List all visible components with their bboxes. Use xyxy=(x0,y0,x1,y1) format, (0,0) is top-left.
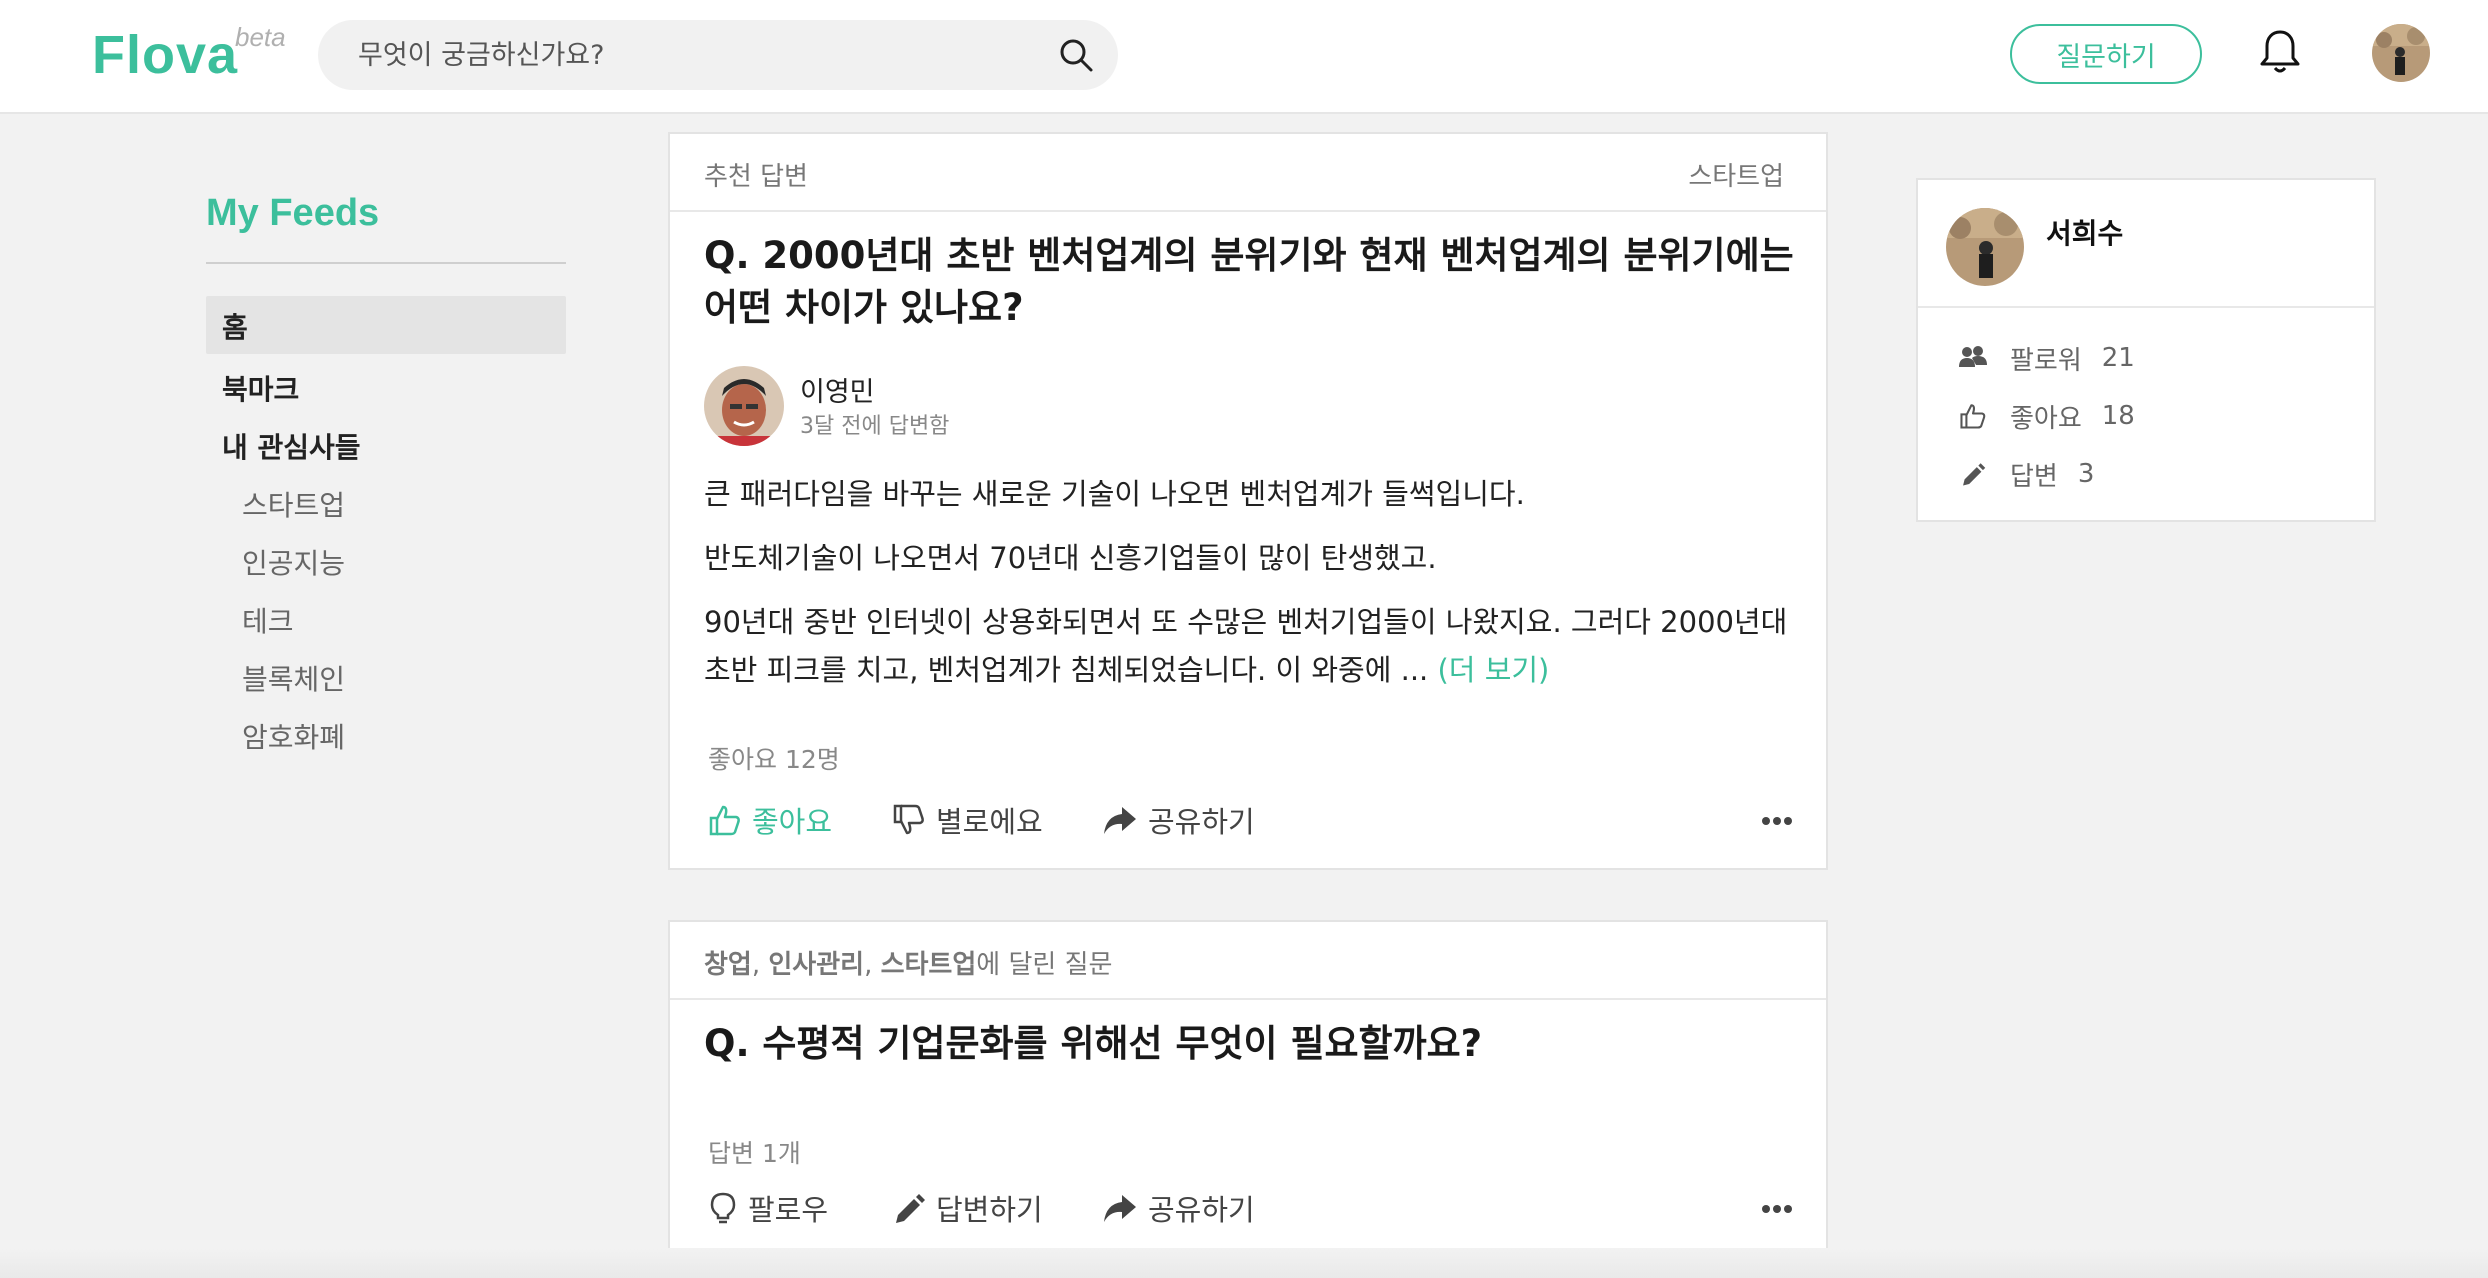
profile-header: 서희수 xyxy=(1918,180,2374,308)
like-count[interactable]: 좋아요 12명 xyxy=(708,740,840,776)
bell-icon[interactable] xyxy=(2258,28,2302,76)
profile-stat-answers[interactable]: 답변 3 xyxy=(1958,454,2094,494)
profile-stat-followers[interactable]: 팔로워 21 xyxy=(1958,338,2135,378)
stat-value: 18 xyxy=(2101,401,2135,431)
dislike-label: 별로에요 xyxy=(936,805,1043,839)
dislike-button[interactable]: 별로에요 xyxy=(892,796,1043,844)
sidebar-interest-startup[interactable]: 스타트업 xyxy=(242,484,345,524)
user-avatar[interactable] xyxy=(2372,24,2430,82)
author-name[interactable]: 이영민 xyxy=(800,370,875,409)
sidebar-interest-tech[interactable]: 테크 xyxy=(242,600,294,640)
my-feeds-title: My Feeds xyxy=(206,192,380,234)
sidebar-item-bookmarks[interactable]: 북마크 xyxy=(222,368,299,408)
ask-question-button[interactable]: 질문하기 xyxy=(2010,24,2202,84)
profile-stat-likes[interactable]: 좋아요 18 xyxy=(1958,396,2135,436)
feed-card: 추천 답변 스타트업 Q. 2000년대 초반 벤처업계의 분위기와 현재 벤처… xyxy=(668,132,1828,870)
stat-label: 좋아요 xyxy=(2010,403,2082,434)
stat-label: 팔로워 xyxy=(2010,345,2082,376)
card-header: 추천 답변 스타트업 xyxy=(670,134,1826,212)
stat-value: 3 xyxy=(2077,459,2095,489)
question-title[interactable]: Q. 수평적 기업문화를 위해선 무엇이 필요할까요? xyxy=(704,1018,1804,1070)
thumbs-up-icon xyxy=(709,805,740,836)
profile-avatar[interactable] xyxy=(1946,208,2024,286)
more-options-icon[interactable] xyxy=(1762,814,1792,828)
like-label: 좋아요 xyxy=(752,805,833,839)
sidebar-interest-crypto[interactable]: 암호화폐 xyxy=(242,716,345,756)
stat-label: 답변 xyxy=(2010,461,2058,492)
feed-card: 창업, 인사관리, 스타트업에 달린 질문 Q. 수평적 기업문화를 위해선 무… xyxy=(668,920,1828,1265)
search-icon[interactable] xyxy=(1058,37,1094,73)
answer-count[interactable]: 답변 1개 xyxy=(708,1134,801,1170)
pencil-icon xyxy=(896,1194,925,1223)
search-bar[interactable] xyxy=(318,20,1118,90)
profile-card: 서희수 팔로워 21 좋아요 18 답변 3 xyxy=(1916,178,2376,522)
topic-link[interactable]: 창업 xyxy=(704,950,752,980)
card-tag: 추천 답변 xyxy=(704,162,808,192)
topic-link[interactable]: 스타트업 xyxy=(881,950,977,980)
more-options-icon[interactable] xyxy=(1762,1202,1792,1216)
thumbs-up-icon xyxy=(1960,404,1986,429)
read-more-link[interactable]: (더 보기) xyxy=(1437,653,1549,687)
page-bottom-edge xyxy=(0,1248,2488,1278)
thumbs-down-icon xyxy=(893,804,924,835)
answer-label: 답변하기 xyxy=(936,1193,1043,1227)
lightbulb-icon xyxy=(710,1192,736,1224)
answer-button[interactable]: 답변하기 xyxy=(892,1184,1043,1232)
sidebar-item-interests[interactable]: 내 관심사들 xyxy=(222,426,361,466)
topic-link[interactable]: 인사관리 xyxy=(768,950,864,980)
share-icon xyxy=(1104,1195,1136,1222)
sidebar-item-home-bg[interactable] xyxy=(206,296,566,354)
card-header: 창업, 인사관리, 스타트업에 달린 질문 xyxy=(670,922,1826,1000)
share-label: 공유하기 xyxy=(1148,805,1255,839)
share-button[interactable]: 공유하기 xyxy=(1102,1184,1255,1232)
question-title[interactable]: Q. 2000년대 초반 벤처업계의 분위기와 현재 벤처업계의 분위기에는 어… xyxy=(704,230,1804,334)
profile-name[interactable]: 서희수 xyxy=(2046,212,2123,252)
users-icon xyxy=(1959,346,1987,367)
share-icon xyxy=(1104,807,1136,834)
card-topic-link[interactable]: 스타트업 xyxy=(1688,156,1784,193)
follow-label: 팔로우 xyxy=(748,1193,829,1227)
top-header: Flova beta 질문하기 xyxy=(0,0,2488,114)
pencil-icon xyxy=(1963,463,1986,486)
divider xyxy=(206,262,566,264)
search-input[interactable] xyxy=(358,20,1018,90)
logo[interactable]: Flova xyxy=(92,24,238,86)
share-button[interactable]: 공유하기 xyxy=(1102,796,1255,844)
answer-paragraph: 큰 패러다임을 바꾸는 새로운 기술이 나오면 벤처업계가 들썩입니다. xyxy=(704,477,1525,511)
stat-value: 21 xyxy=(2101,343,2135,373)
answer-paragraph: 반도체기술이 나오면서 70년대 신흥기업들이 많이 탄생했고. xyxy=(704,541,1437,575)
author-avatar[interactable] xyxy=(704,366,784,446)
sidebar-item-home[interactable]: 홈 xyxy=(222,306,248,346)
card-tag: 창업, 인사관리, 스타트업에 달린 질문 xyxy=(704,950,1113,980)
answer-paragraph: 90년대 중반 인터넷이 상용화되면서 또 수많은 벤처기업들이 나왔지요. 그… xyxy=(704,605,1788,687)
follow-button[interactable]: 팔로우 xyxy=(708,1184,828,1232)
sidebar-interest-blockchain[interactable]: 블록체인 xyxy=(242,658,345,698)
sidebar-interest-ai[interactable]: 인공지능 xyxy=(242,542,345,582)
share-label: 공유하기 xyxy=(1148,1193,1255,1227)
beta-badge: beta xyxy=(235,22,286,52)
answer-time: 3달 전에 답변함 xyxy=(800,414,950,439)
like-button[interactable]: 좋아요 xyxy=(708,796,832,844)
